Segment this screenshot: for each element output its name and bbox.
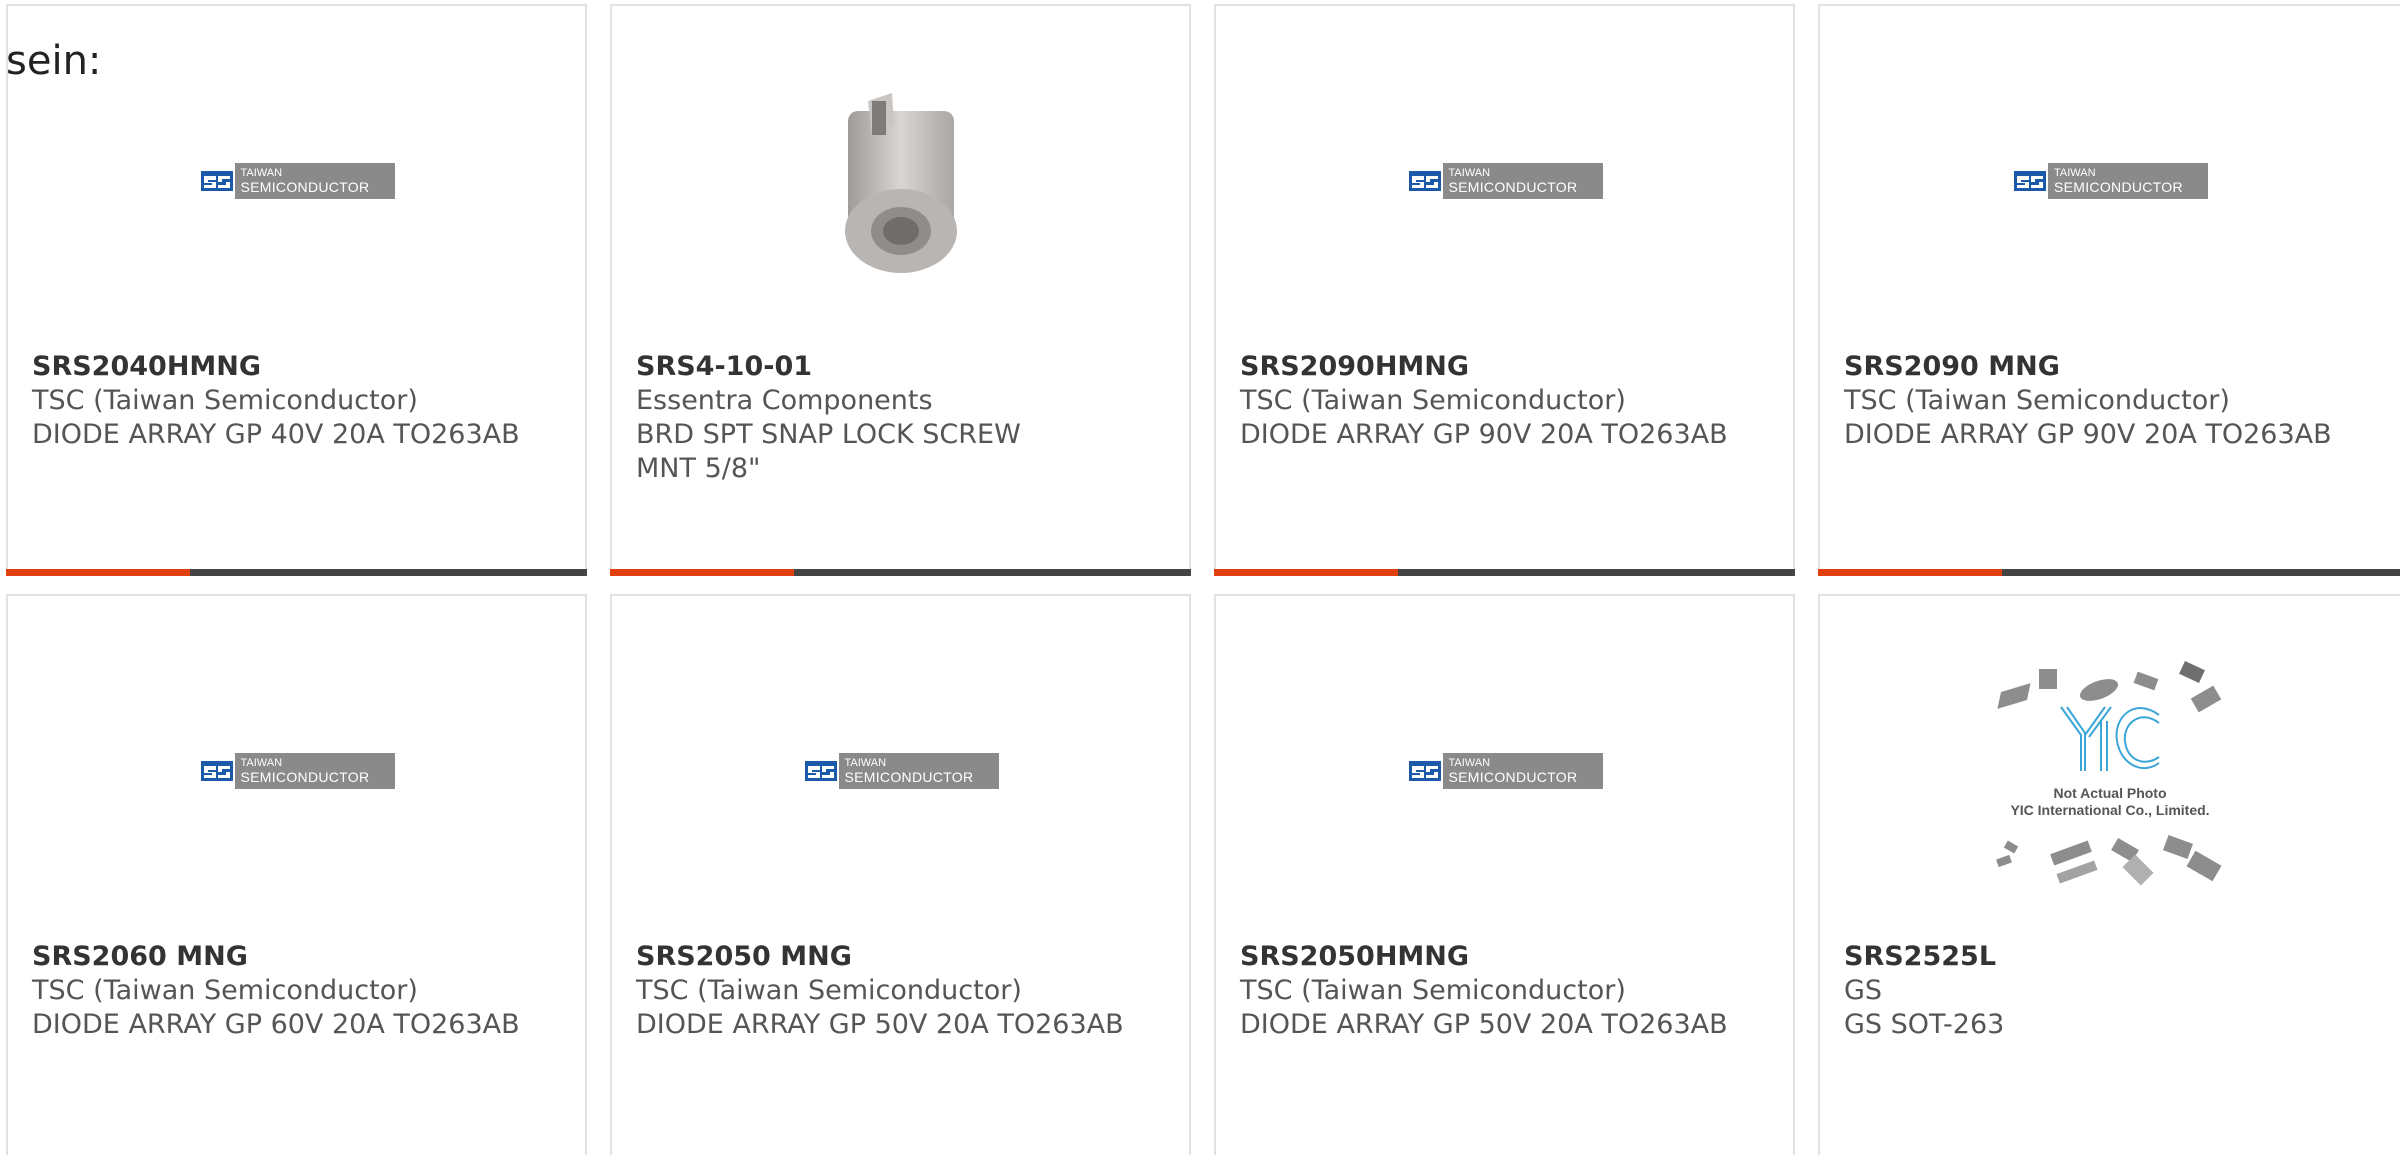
tsc-mark-icon	[199, 753, 235, 789]
tsc-mark-icon	[803, 753, 839, 789]
description: DIODE ARRAY GP 90V 20A TO263AB	[1240, 419, 1728, 450]
product-card[interactable]: TAIWAN SEMICONDUCTOR SRS2090HMNG TSC (Tai…	[1214, 4, 1795, 576]
tsc-logo: TAIWAN SEMICONDUCTOR	[1407, 161, 1603, 201]
logo-line2: SEMICONDUCTOR	[240, 179, 370, 195]
product-card[interactable]: TAIWAN SEMICONDUCTOR SRS2050HMNG TSC (Tai…	[1214, 594, 1795, 1155]
yic-line1: Not Actual Photo	[2053, 785, 2167, 801]
tsc-mark-icon	[199, 163, 235, 199]
logo-line2: SEMICONDUCTOR	[240, 769, 370, 785]
description: DIODE ARRAY GP 50V 20A TO263AB	[1240, 1009, 1728, 1040]
tsc-logo: TAIWAN SEMICONDUCTOR	[199, 751, 395, 791]
part-number[interactable]: SRS2525L	[1844, 940, 2384, 974]
description: BRD SPT SNAP LOCK SCREW MNT 5/8"	[636, 419, 1021, 484]
description: DIODE ARRAY GP 90V 20A TO263AB	[1844, 419, 2332, 450]
part-number[interactable]: SRS2060 MNG	[32, 940, 572, 974]
product-grid-page: sein: TAIWAN SEMICONDUCTOR SRS2040HMNG TS…	[0, 0, 2400, 1155]
part-number[interactable]: SRS4-10-01	[636, 350, 1176, 384]
manufacturer: TSC (Taiwan Semiconductor)	[32, 385, 418, 416]
product-image[interactable]	[612, 66, 1189, 296]
manufacturer: Essentra Components	[636, 385, 933, 416]
lead-text: sein:	[6, 38, 102, 84]
description: GS SOT-263	[1844, 1009, 2005, 1040]
part-number[interactable]: SRS2040HMNG	[32, 350, 572, 384]
tsc-mark-icon	[1407, 163, 1443, 199]
manufacturer: TSC (Taiwan Semiconductor)	[32, 975, 418, 1006]
snap-lock-screw-photo	[844, 93, 957, 273]
part-number[interactable]: SRS2090 MNG	[1844, 350, 2384, 384]
manufacturer: GS	[1844, 975, 1883, 1006]
manufacturer: TSC (Taiwan Semiconductor)	[1240, 385, 1626, 416]
part-number[interactable]: SRS2050 MNG	[636, 940, 1176, 974]
product-image[interactable]: TAIWAN SEMICONDUCTOR	[1216, 66, 1793, 296]
manufacturer: TSC (Taiwan Semiconductor)	[636, 975, 1022, 1006]
tsc-mark-icon	[2012, 163, 2048, 199]
logo-line2: SEMICONDUCTOR	[1448, 769, 1578, 785]
card-bar	[610, 569, 1191, 576]
yic-not-actual-photo: Not Actual Photo YIC International Co., L…	[1975, 651, 2245, 891]
product-image[interactable]: TAIWAN SEMICONDUCTOR	[8, 66, 585, 296]
product-image[interactable]: Not Actual Photo YIC International Co., L…	[1820, 636, 2400, 906]
yic-logo-icon	[2060, 706, 2160, 771]
product-card[interactable]: SRS4-10-01 Essentra Components BRD SPT S…	[610, 4, 1191, 576]
manufacturer: TSC (Taiwan Semiconductor)	[1844, 385, 2230, 416]
manufacturer: TSC (Taiwan Semiconductor)	[1240, 975, 1626, 1006]
description: DIODE ARRAY GP 50V 20A TO263AB	[636, 1009, 1124, 1040]
tsc-logo: TAIWAN SEMICONDUCTOR	[1407, 751, 1603, 791]
product-image[interactable]: TAIWAN SEMICONDUCTOR	[612, 656, 1189, 886]
product-card[interactable]: Not Actual Photo YIC International Co., L…	[1818, 594, 2400, 1155]
product-image[interactable]: TAIWAN SEMICONDUCTOR	[8, 656, 585, 886]
logo-line2: SEMICONDUCTOR	[844, 769, 974, 785]
product-card[interactable]: TAIWAN SEMICONDUCTOR SRS2090 MNG TSC (Tai…	[1818, 4, 2400, 576]
tsc-logo: TAIWAN SEMICONDUCTOR	[2012, 161, 2208, 201]
product-image[interactable]: TAIWAN SEMICONDUCTOR	[1216, 656, 1793, 886]
part-number[interactable]: SRS2090HMNG	[1240, 350, 1780, 384]
tsc-logo: TAIWAN SEMICONDUCTOR	[803, 751, 999, 791]
card-bar	[6, 569, 587, 576]
card-bar	[1214, 569, 1795, 576]
logo-line2: SEMICONDUCTOR	[1448, 179, 1578, 195]
part-number[interactable]: SRS2050HMNG	[1240, 940, 1780, 974]
product-card[interactable]: TAIWAN SEMICONDUCTOR SRS2050 MNG TSC (Tai…	[610, 594, 1191, 1155]
tsc-logo: TAIWAN SEMICONDUCTOR	[199, 161, 395, 201]
logo-line2: SEMICONDUCTOR	[2054, 179, 2183, 195]
tsc-mark-icon	[1407, 753, 1443, 789]
description: DIODE ARRAY GP 60V 20A TO263AB	[32, 1009, 520, 1040]
description: DIODE ARRAY GP 40V 20A TO263AB	[32, 419, 520, 450]
yic-line2: YIC International Co., Limited.	[2010, 802, 2210, 818]
product-card[interactable]: TAIWAN SEMICONDUCTOR SRS2040HMNG TSC (Tai…	[6, 4, 587, 576]
product-image[interactable]: TAIWAN SEMICONDUCTOR	[1820, 66, 2400, 296]
card-bar	[1818, 569, 2400, 576]
product-card[interactable]: TAIWAN SEMICONDUCTOR SRS2060 MNG TSC (Tai…	[6, 594, 587, 1155]
